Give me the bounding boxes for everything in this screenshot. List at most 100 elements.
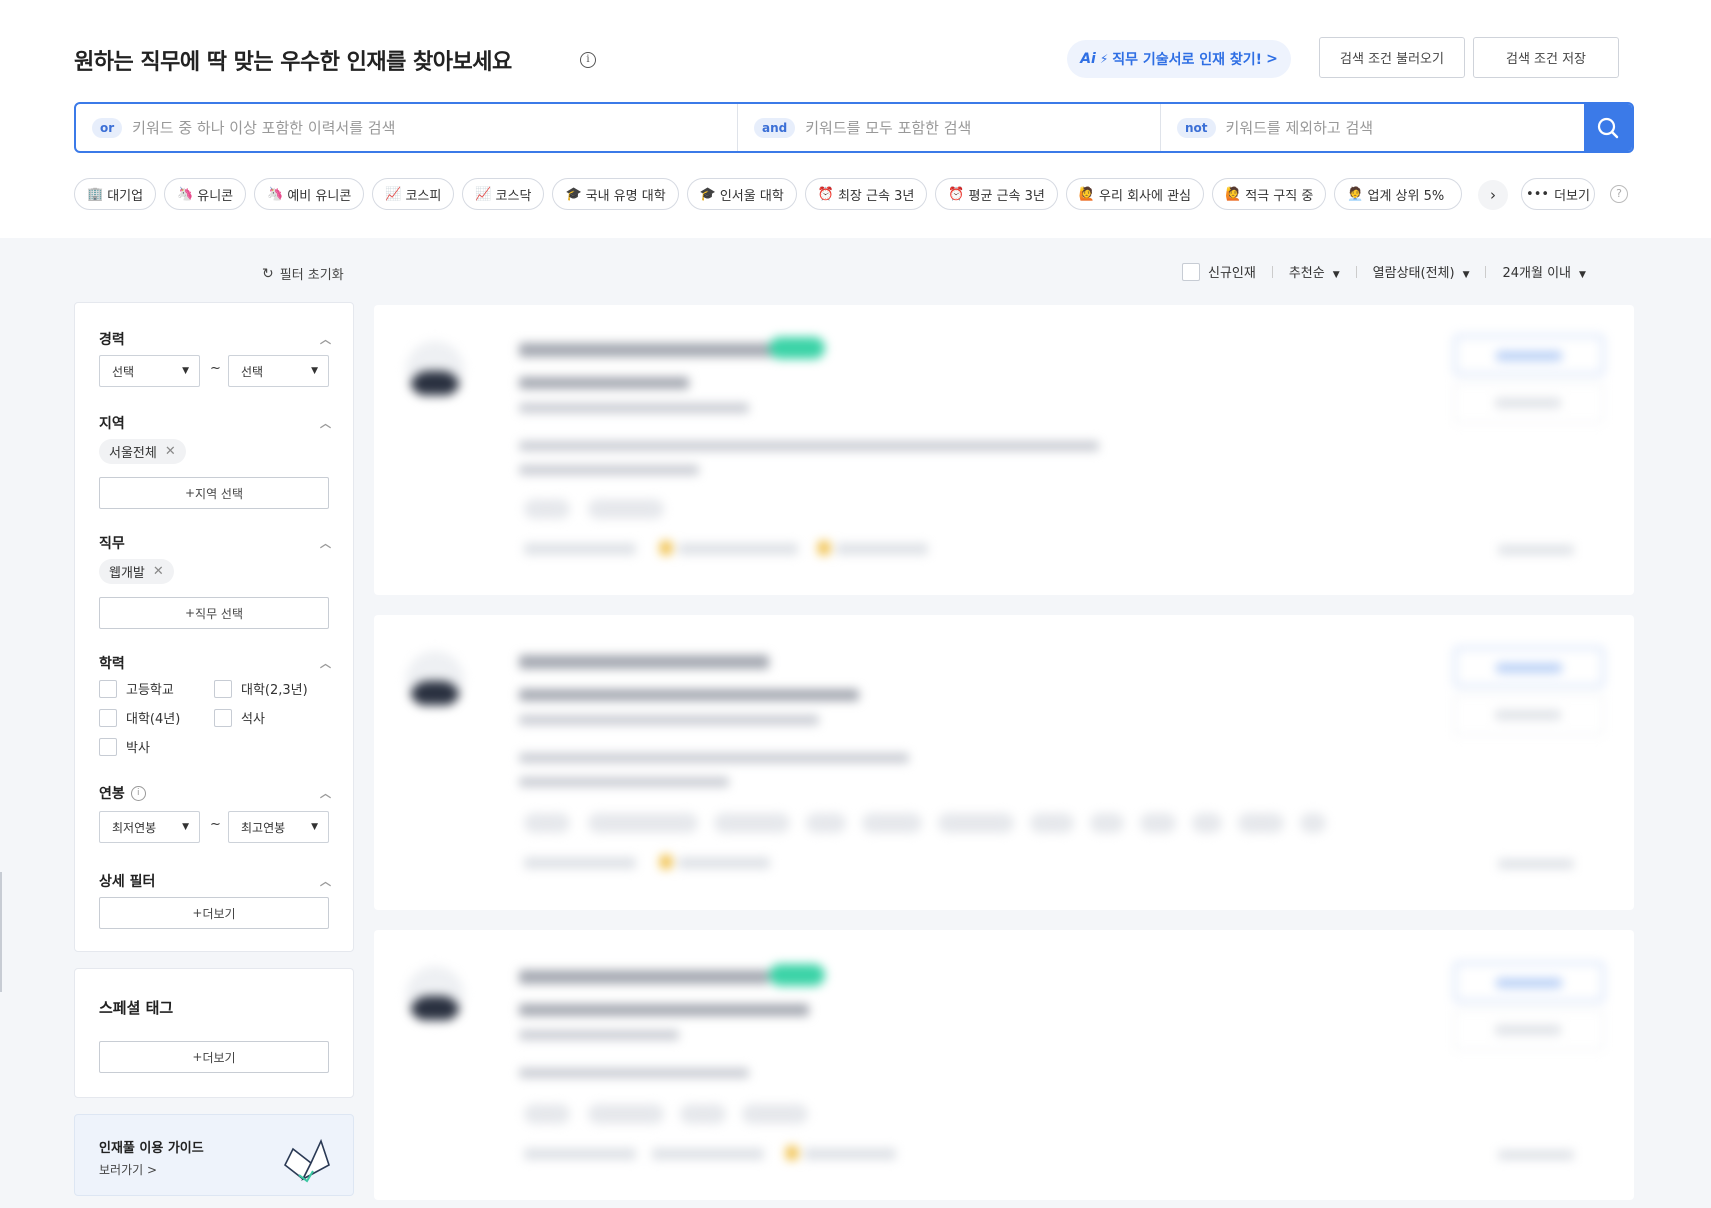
load-search-conditions-button[interactable]: 검색 조건 불러오기 bbox=[1319, 37, 1465, 78]
education-option-university[interactable]: 대학(4년) bbox=[99, 708, 180, 727]
career-from-value: 선택 bbox=[112, 364, 135, 379]
education-option-master[interactable]: 석사 bbox=[214, 708, 265, 727]
chip-unicorn[interactable]: 🦄 유니콘 bbox=[164, 178, 247, 210]
person-raising-hand-icon: 🙋 bbox=[1225, 186, 1242, 202]
candidate-card[interactable] bbox=[374, 305, 1634, 595]
info-icon[interactable]: i bbox=[580, 52, 596, 68]
chip-average-tenure[interactable]: ⏰ 평균 근속 3년 bbox=[935, 178, 1058, 210]
person-raising-hand-icon: 🙋 bbox=[1078, 186, 1096, 202]
checkbox[interactable] bbox=[99, 737, 117, 756]
chip-label: 적극 구직 중 bbox=[1245, 188, 1314, 204]
plus-icon: + bbox=[192, 1050, 203, 1064]
job-tag: 웹개발 ✕ bbox=[99, 559, 174, 584]
checkbox[interactable] bbox=[214, 708, 232, 727]
chip-actively-seeking[interactable]: 🙋 적극 구직 중 bbox=[1212, 178, 1327, 210]
detail-filter-title: 상세 필터 bbox=[99, 874, 156, 890]
chip-label: 평균 근속 3년 bbox=[968, 188, 1045, 204]
guide-link[interactable]: 보러가기 > bbox=[99, 1161, 157, 1178]
option-label: 석사 bbox=[241, 712, 265, 727]
new-talent-toggle[interactable]: 신규인재 bbox=[1182, 262, 1256, 281]
filter-panel: 경력 ︿ 선택 ▼ ~ 선택 ▼ 지역 ︿ 서울전체 ✕ + 지역 선택 직무 ︿ 웹개발 ✕ … bbox=[74, 302, 354, 952]
salary-min-select[interactable]: 최저연봉 ▼ bbox=[99, 811, 200, 843]
ai-job-description-search-button[interactable]: Ai ⚡ 직무 기술서로 인재 찾기! > bbox=[1067, 40, 1291, 78]
chip-label: 코스닥 bbox=[495, 188, 532, 204]
candidate-card[interactable] bbox=[374, 615, 1634, 910]
candidate-card[interactable] bbox=[374, 930, 1634, 1200]
and-keyword-segment: and bbox=[738, 104, 1161, 151]
checkbox[interactable] bbox=[99, 708, 117, 727]
detail-more-label: 더보기 bbox=[202, 906, 236, 921]
checkbox[interactable] bbox=[214, 679, 232, 698]
help-icon[interactable]: ? bbox=[1610, 185, 1628, 203]
chip-label: 인서울 대학 bbox=[719, 188, 784, 204]
caret-down-icon: ▼ bbox=[182, 366, 189, 376]
region-filter-header[interactable]: 지역 ︿ bbox=[99, 413, 331, 433]
job-filter-header[interactable]: 직무 ︿ bbox=[99, 533, 331, 553]
education-option-college[interactable]: 대학(2,3년) bbox=[214, 679, 308, 698]
divider bbox=[1271, 265, 1273, 278]
chip-famous-university[interactable]: 🎓 국내 유명 대학 bbox=[552, 178, 679, 210]
close-icon[interactable]: ✕ bbox=[165, 444, 176, 459]
detail-filter-header[interactable]: 상세 필터 ︿ bbox=[99, 871, 331, 891]
unicorn-icon: 🦄 bbox=[267, 186, 284, 202]
region-select-button[interactable]: + 지역 선택 bbox=[99, 477, 329, 509]
chip-kospi[interactable]: 📈 코스피 bbox=[372, 178, 455, 210]
not-keyword-segment: not bbox=[1161, 104, 1584, 151]
chip-interested-in-company[interactable]: 🙋 우리 회사에 관심 bbox=[1065, 178, 1205, 210]
chip-kosdaq[interactable]: 📈 코스닥 bbox=[462, 178, 545, 210]
chip-label: 유니콘 bbox=[197, 188, 234, 204]
chevron-right-icon: > bbox=[1266, 51, 1278, 67]
period-label: 24개월 이내 bbox=[1502, 266, 1571, 281]
search-button[interactable] bbox=[1584, 104, 1632, 151]
special-tag-panel: 스페셜 태그 + 더보기 bbox=[74, 968, 354, 1098]
chip-label: 국내 유명 대학 bbox=[585, 188, 666, 204]
career-from-select[interactable]: 선택 ▼ bbox=[99, 355, 200, 387]
info-icon[interactable]: i bbox=[130, 785, 146, 801]
special-tag-title: 스페셜 태그 bbox=[99, 999, 174, 1017]
education-option-highschool[interactable]: 고등학교 bbox=[99, 679, 174, 698]
page-title: 원하는 직무에 딱 맞는 우수한 인재를 찾아보세요 bbox=[74, 50, 512, 75]
chart-up-icon: 📈 bbox=[475, 186, 492, 202]
chips-more-button[interactable]: ••• 더보기 bbox=[1521, 178, 1595, 210]
salary-max-value: 최고연봉 bbox=[241, 820, 286, 835]
close-icon[interactable]: ✕ bbox=[153, 564, 164, 579]
plus-icon: + bbox=[192, 906, 203, 920]
career-to-select[interactable]: 선택 ▼ bbox=[228, 355, 329, 387]
salary-title: 연봉 bbox=[99, 786, 125, 802]
and-keyword-input[interactable] bbox=[805, 118, 1160, 137]
region-tag-label: 서울전체 bbox=[109, 446, 157, 461]
education-option-doctor[interactable]: 박사 bbox=[99, 737, 150, 756]
save-search-conditions-button[interactable]: 검색 조건 저장 bbox=[1473, 37, 1619, 78]
chip-longest-tenure[interactable]: ⏰ 최장 근속 3년 bbox=[804, 178, 928, 210]
chip-pre-unicorn[interactable]: 🦄 예비 유니콘 bbox=[254, 178, 365, 210]
career-to-value: 선택 bbox=[241, 364, 264, 379]
new-talent-checkbox[interactable] bbox=[1182, 262, 1200, 281]
clock-icon: ⏰ bbox=[948, 186, 965, 202]
sort-dropdown[interactable]: 추천순 ▼ bbox=[1289, 262, 1340, 281]
career-filter-header[interactable]: 경력 ︿ bbox=[99, 329, 331, 349]
view-status-dropdown[interactable]: 열람상태(전체) ▼ bbox=[1373, 262, 1470, 281]
or-keyword-input[interactable] bbox=[132, 118, 737, 137]
salary-max-select[interactable]: 최고연봉 ▼ bbox=[228, 811, 329, 843]
job-select-button[interactable]: + 직무 선택 bbox=[99, 597, 329, 629]
education-title: 학력 bbox=[99, 656, 125, 672]
period-dropdown[interactable]: 24개월 이내 ▼ bbox=[1502, 262, 1585, 281]
chip-seoul-university[interactable]: 🎓 인서울 대학 bbox=[686, 178, 797, 210]
salary-filter-header[interactable]: 연봉 i ︿ bbox=[99, 783, 331, 803]
chip-industry-top[interactable]: 🧑‍💼 업계 상위 5% bbox=[1334, 178, 1463, 210]
filter-reset-button[interactable]: ↻ 필터 초기화 bbox=[262, 264, 344, 284]
checkbox[interactable] bbox=[99, 679, 117, 698]
unicorn-icon: 🦄 bbox=[177, 186, 194, 202]
chip-label: 예비 유니콘 bbox=[287, 188, 352, 204]
special-tag-more-button[interactable]: + 더보기 bbox=[99, 1041, 329, 1073]
chip-label: 최장 근속 3년 bbox=[837, 188, 915, 204]
talent-pool-guide-banner[interactable]: 인재풀 이용 가이드 보러가기 > bbox=[74, 1114, 354, 1196]
chip-large-company[interactable]: 🏢 대기업 bbox=[74, 178, 157, 210]
chips-next-button[interactable]: › bbox=[1478, 180, 1508, 210]
detail-filter-more-button[interactable]: + 더보기 bbox=[99, 897, 329, 929]
lightning-icon: ⚡ bbox=[1099, 52, 1109, 66]
not-tag: not bbox=[1177, 117, 1216, 138]
not-keyword-input[interactable] bbox=[1225, 118, 1584, 137]
job-tag-label: 웹개발 bbox=[109, 566, 145, 581]
education-filter-header[interactable]: 학력 ︿ bbox=[99, 653, 331, 673]
